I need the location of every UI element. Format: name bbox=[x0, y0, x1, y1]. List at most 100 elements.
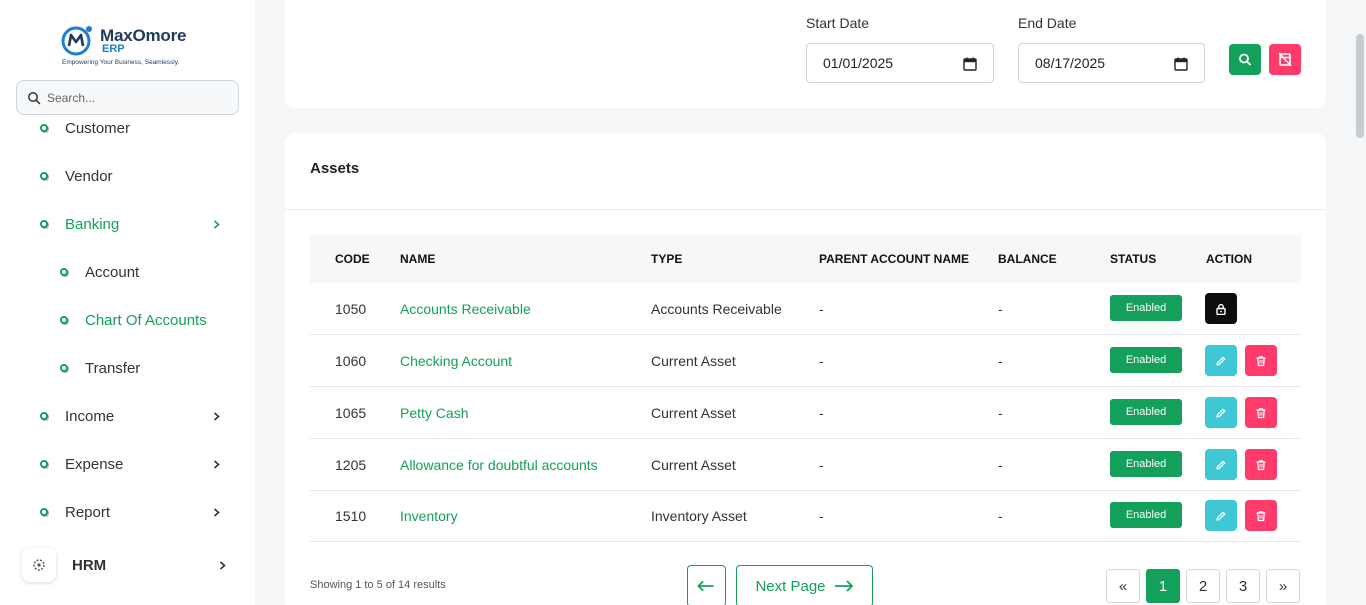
end-date-label: End Date bbox=[1018, 15, 1077, 31]
end-date-field[interactable]: 08/17/2025 bbox=[1018, 43, 1205, 83]
sidebar-item-label: Transfer bbox=[85, 359, 141, 377]
calendar-icon[interactable] bbox=[1174, 57, 1188, 71]
bullet-icon bbox=[40, 124, 48, 132]
status-badge: Enabled bbox=[1110, 347, 1182, 373]
start-date-label: Start Date bbox=[806, 15, 870, 31]
balance-cell: - bbox=[998, 353, 1003, 369]
type-cell: Inventory Asset bbox=[651, 508, 747, 524]
start-date-value: 01/01/2025 bbox=[823, 55, 894, 71]
sidebar-item-label: HRM bbox=[72, 557, 107, 574]
bullet-icon bbox=[40, 460, 48, 468]
code-cell: 1510 bbox=[335, 508, 367, 524]
status-badge: Enabled bbox=[1110, 399, 1182, 425]
page-button-1[interactable]: 1 bbox=[1146, 569, 1180, 603]
column-header: STATUS bbox=[1110, 252, 1157, 266]
previous-page-button[interactable] bbox=[687, 565, 726, 605]
pencil-icon bbox=[1216, 356, 1226, 366]
bullet-icon bbox=[40, 172, 48, 180]
reset-filter-button[interactable] bbox=[1269, 44, 1301, 75]
balance-cell: - bbox=[998, 457, 1003, 473]
table-row: 1205 Allowance for doubtful accounts Cur… bbox=[310, 439, 1301, 491]
delete-button[interactable] bbox=[1245, 500, 1277, 531]
edit-button[interactable] bbox=[1205, 500, 1237, 531]
edit-button[interactable] bbox=[1205, 449, 1237, 480]
hrm-icon bbox=[22, 548, 56, 582]
table-row: 1060 Checking Account Current Asset - - … bbox=[310, 335, 1301, 387]
sidebar-item-banking[interactable]: Banking bbox=[40, 212, 225, 236]
bullet-icon bbox=[60, 364, 68, 372]
column-header: CODE bbox=[335, 252, 370, 266]
table-row: 1065 Petty Cash Current Asset - - Enable… bbox=[310, 387, 1301, 439]
account-name-link[interactable]: Allowance for doubtful accounts bbox=[400, 457, 598, 473]
end-date-value: 08/17/2025 bbox=[1035, 55, 1106, 71]
account-name-link[interactable]: Petty Cash bbox=[400, 405, 468, 421]
type-cell: Current Asset bbox=[651, 457, 736, 473]
delete-button[interactable] bbox=[1245, 449, 1277, 480]
code-cell: 1205 bbox=[335, 457, 367, 473]
calendar-icon[interactable] bbox=[963, 57, 977, 71]
sidebar-item-expense[interactable]: Expense bbox=[40, 452, 225, 476]
last-page-button[interactable]: » bbox=[1266, 569, 1300, 603]
column-header: NAME bbox=[400, 252, 436, 266]
column-header: BALANCE bbox=[998, 252, 1057, 266]
parent-cell: - bbox=[819, 353, 824, 369]
sidebar-item-vendor[interactable]: Vendor bbox=[40, 164, 113, 188]
search-input[interactable] bbox=[47, 87, 232, 109]
edit-button[interactable] bbox=[1205, 345, 1237, 376]
code-cell: 1050 bbox=[335, 301, 367, 317]
brand-tagline: Empowering Your Business, Seamlessly. bbox=[62, 59, 180, 66]
column-header: ACTION bbox=[1206, 252, 1252, 266]
sidebar-item-hrm[interactable]: HRM bbox=[22, 548, 232, 582]
lock-button[interactable] bbox=[1205, 293, 1237, 324]
code-cell: 1065 bbox=[335, 405, 367, 421]
assets-title: Assets bbox=[310, 160, 360, 177]
sidebar-item-label: Vendor bbox=[65, 167, 113, 185]
arrow-left-icon bbox=[697, 580, 714, 592]
chevron-right-icon bbox=[213, 508, 220, 517]
page-button-3[interactable]: 3 bbox=[1226, 569, 1260, 603]
start-date-field[interactable]: 01/01/2025 bbox=[806, 43, 994, 83]
chevron-right-icon bbox=[213, 460, 220, 469]
delete-button[interactable] bbox=[1245, 397, 1277, 428]
sidebar-item-transfer[interactable]: Transfer bbox=[60, 356, 140, 380]
type-cell: Current Asset bbox=[651, 405, 736, 421]
logo-icon bbox=[61, 26, 92, 56]
sidebar-item-report[interactable]: Report bbox=[40, 500, 225, 524]
date-filter-card: Start Date 01/01/2025 End Date 08/17/202… bbox=[285, 0, 1326, 108]
search-icon bbox=[28, 92, 41, 105]
delete-button[interactable] bbox=[1245, 345, 1277, 376]
table-row: 1510 Inventory Inventory Asset - - Enabl… bbox=[310, 490, 1301, 542]
first-page-button[interactable]: « bbox=[1106, 569, 1140, 603]
sidebar-nav: Customer Vendor Banking Account Chart Of… bbox=[0, 116, 255, 556]
balance-cell: - bbox=[998, 301, 1003, 317]
trash-icon bbox=[1256, 407, 1266, 418]
account-name-link[interactable]: Checking Account bbox=[400, 353, 512, 369]
sidebar-item-income[interactable]: Income bbox=[40, 404, 225, 428]
parent-cell: - bbox=[819, 457, 824, 473]
bullet-icon bbox=[40, 508, 48, 516]
next-page-button[interactable]: Next Page bbox=[736, 565, 873, 605]
assets-card: Assets CODE NAME TYPE PARENT ACCOUNT NAM… bbox=[285, 133, 1326, 605]
trash-icon bbox=[1256, 355, 1266, 366]
sidebar-search[interactable] bbox=[16, 80, 239, 115]
search-icon bbox=[1239, 53, 1251, 66]
trash-icon bbox=[1256, 459, 1266, 470]
sidebar-item-label: Chart Of Accounts bbox=[85, 311, 207, 329]
table-header: CODE NAME TYPE PARENT ACCOUNT NAME BALAN… bbox=[310, 235, 1301, 283]
edit-button[interactable] bbox=[1205, 397, 1237, 428]
pagination-summary: Showing 1 to 5 of 14 results bbox=[310, 579, 446, 591]
scrollbar-thumb[interactable] bbox=[1356, 34, 1364, 138]
chevron-right-icon bbox=[213, 220, 220, 229]
page-button-2[interactable]: 2 bbox=[1186, 569, 1220, 603]
sidebar-item-account[interactable]: Account bbox=[60, 260, 139, 284]
account-name-link[interactable]: Accounts Receivable bbox=[400, 301, 531, 317]
page-scrollbar[interactable] bbox=[1352, 0, 1366, 605]
sidebar-item-customer[interactable]: Customer bbox=[40, 116, 130, 140]
brand-logo[interactable]: MaxOmore ERP Empowering Your Business, S… bbox=[60, 20, 210, 70]
bullet-icon bbox=[40, 220, 48, 228]
chevron-right-icon bbox=[213, 412, 220, 421]
column-header: TYPE bbox=[651, 252, 683, 266]
search-button[interactable] bbox=[1229, 44, 1261, 75]
account-name-link[interactable]: Inventory bbox=[400, 508, 458, 524]
sidebar-item-chart-of-accounts[interactable]: Chart Of Accounts bbox=[60, 308, 207, 332]
